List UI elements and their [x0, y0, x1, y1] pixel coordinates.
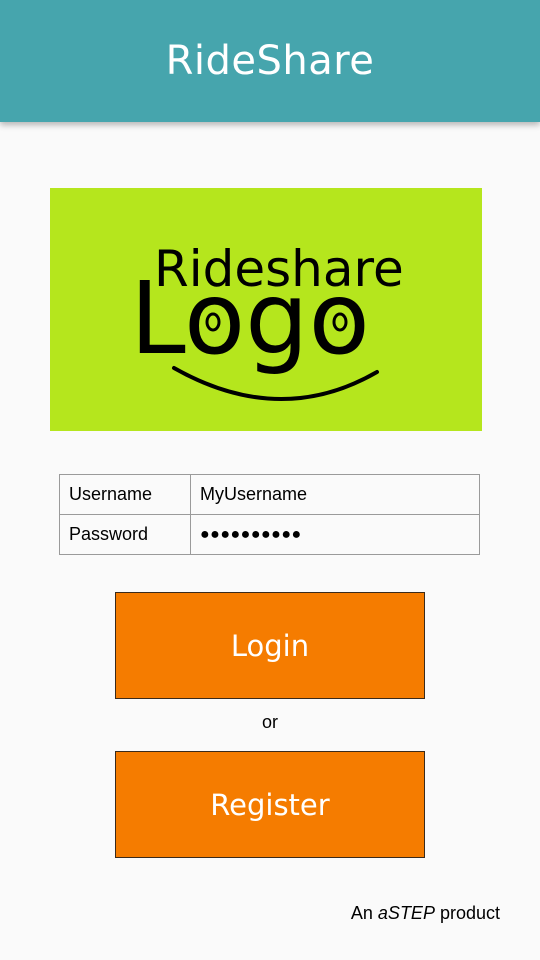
register-button[interactable]: Register — [115, 751, 425, 858]
footer-suffix: product — [434, 903, 500, 923]
footer-brand: aSTEP — [377, 903, 435, 923]
password-input[interactable]: ●●●●●●●●●● — [190, 514, 480, 555]
password-label: Password — [59, 514, 191, 555]
login-button[interactable]: Login — [115, 592, 425, 699]
password-row: Password ●●●●●●●●●● — [59, 514, 480, 555]
or-separator: or — [261, 712, 278, 732]
username-input[interactable]: MyUsername — [190, 474, 480, 515]
footer-credit: An aSTEP product — [351, 903, 500, 924]
logo-graphic: Rideshare Logo — [130, 240, 404, 402]
username-row: Username MyUsername — [59, 474, 480, 515]
login-button-label: Login — [230, 628, 310, 663]
register-button-label: Register — [210, 787, 330, 822]
app-bar: RideShare — [0, 0, 540, 122]
logo-image: Rideshare Logo — [50, 188, 482, 431]
username-label: Username — [59, 474, 191, 515]
app-title: RideShare — [165, 37, 375, 84]
footer-prefix: An — [350, 903, 378, 923]
login-form: Username MyUsername Password ●●●●●●●●●● — [59, 474, 480, 555]
